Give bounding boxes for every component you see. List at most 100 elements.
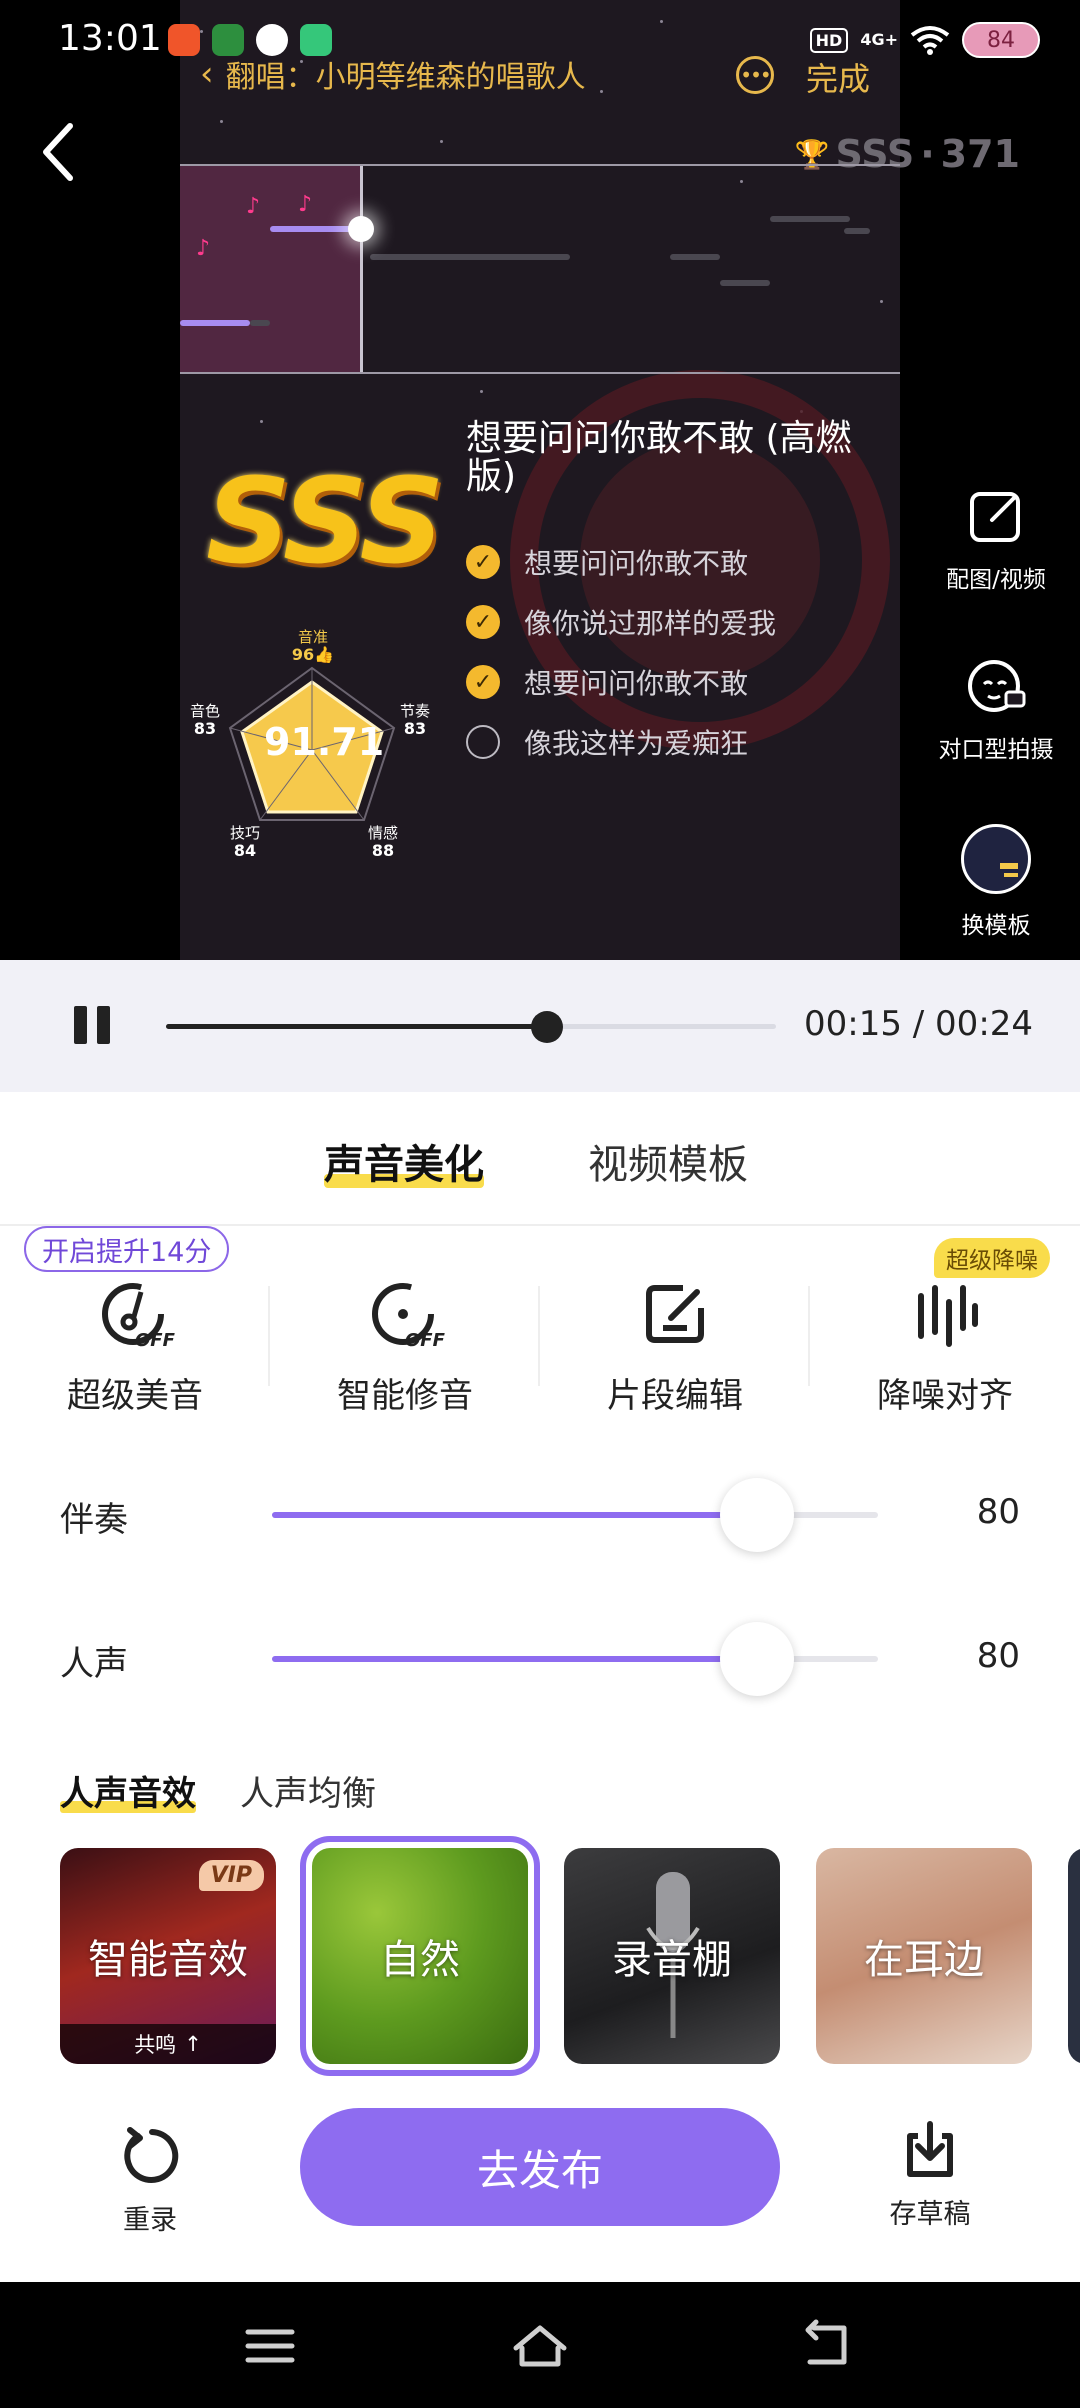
side-tools: 配图/视频 对口型拍摄 换模板 <box>924 484 1068 960</box>
more-options-icon[interactable]: ••• <box>736 56 774 94</box>
metric-accuracy: 音准 96👍 <box>288 628 338 664</box>
accompaniment-label: 伴奏 <box>60 1500 128 1540</box>
change-template-button[interactable]: 换模板 <box>924 824 1068 960</box>
effect-name: 录音棚 <box>612 1937 732 1983</box>
song-title-bar[interactable]: ‹ 翻唱：小明等维森的唱歌人 <box>200 52 586 96</box>
smart-tune-button[interactable]: OFF 智能修音 <box>270 1274 540 1417</box>
pitch-note <box>770 216 850 222</box>
vocal-slider-row: 人声 80 <box>0 1612 1080 1702</box>
clip-edit-button[interactable]: 片段编辑 <box>540 1274 810 1417</box>
rerecord-icon <box>124 2127 179 2183</box>
edit-image-video-button[interactable]: 配图/视频 <box>924 484 1068 654</box>
metric-label: 音准 <box>297 628 328 646</box>
denoise-align-icon <box>918 1285 978 1347</box>
pause-icon[interactable] <box>74 1006 114 1046</box>
rank-score-value: 371 <box>940 132 1020 176</box>
tab-voice-beautify[interactable]: 声音美化 <box>324 1132 484 1190</box>
pitch-lane: ♪ ♪ ♪ <box>180 164 900 374</box>
checkbox-icon[interactable]: ✓ <box>466 605 500 639</box>
metric-value: 84 <box>233 841 257 860</box>
rerecord-button[interactable]: 重录 <box>100 2124 200 2237</box>
tab-vocal-effects[interactable]: 人声音效 <box>60 1766 196 1815</box>
template-thumbnail <box>961 824 1031 894</box>
accompaniment-slider[interactable] <box>272 1478 878 1552</box>
video-preview: 13:01 HD 4G+ 84 ‹ 翻唱：小明等维森的唱歌人 ••• 完成 🏆 … <box>0 0 1080 960</box>
vip-badge: VIP <box>198 1860 264 1891</box>
lyric-text: 想要问问你敢不敢 <box>524 667 749 700</box>
metric-label: 技巧 <box>229 824 260 842</box>
lyric-list: ✓ 想要问问你敢不敢 ✓ 像你说过那样的爱我 ✓ 想要问问你敢不敢 像我这样为爱… <box>466 532 776 772</box>
draft-label: 存草稿 <box>889 2199 971 2230</box>
done-button[interactable]: 完成 <box>806 54 870 100</box>
accompaniment-value: 80 <box>976 1492 1020 1532</box>
vocal-slider[interactable] <box>272 1622 878 1696</box>
slider-fill <box>272 1656 757 1662</box>
super-voice-off-icon: OFF <box>102 1283 175 1351</box>
metric-value: 83 <box>403 719 427 738</box>
vocal-label: 人声 <box>60 1644 128 1684</box>
music-note-icon: ♪ <box>196 236 211 261</box>
song-title: 翻唱：小明等维森的唱歌人 <box>225 60 586 95</box>
effect-name: 自然 <box>380 1937 460 1983</box>
music-note-icon: ♪ <box>298 192 313 217</box>
effect-card-natural[interactable]: 自然 <box>300 1836 540 2076</box>
resonance-text: 共鸣 <box>134 2033 177 2057</box>
publish-button[interactable]: 去发布 <box>300 2108 780 2226</box>
playback-bar: 00:15 / 00:24 <box>0 960 1080 1092</box>
battery-level: 84 <box>987 27 1015 53</box>
slider-knob[interactable] <box>719 1478 794 1552</box>
effect-tabs: 人声音效 人声均衡 <box>60 1766 376 1815</box>
lyric-line[interactable]: ✓ 想要问问你敢不敢 <box>466 532 776 592</box>
lyric-line[interactable]: 像我这样为爱痴狂 <box>466 712 776 772</box>
back-icon[interactable] <box>796 2318 856 2374</box>
effect-card-smart[interactable]: VIP 智能音效 共鸣 ↑ <box>60 1848 276 2064</box>
pitch-cursor <box>348 216 374 242</box>
metric-timbre: 音色 83 <box>180 702 230 738</box>
pitch-sung-area <box>180 166 360 372</box>
music-note-icon: ♪ <box>246 194 261 219</box>
checkbox-icon[interactable]: ✓ <box>466 545 500 579</box>
save-draft-button[interactable]: 存草稿 <box>870 2118 990 2231</box>
effect-name: 在耳边 <box>864 1937 984 1983</box>
lyric-line[interactable]: ✓ 像你说过那样的爱我 <box>466 592 776 652</box>
tab-video-template[interactable]: 视频模板 <box>588 1132 748 1190</box>
app-icon-red <box>168 24 200 56</box>
effect-card-partial[interactable] <box>1068 1848 1080 2064</box>
pitch-note <box>370 254 570 260</box>
back-chevron-icon[interactable] <box>36 120 84 184</box>
checkbox-icon[interactable] <box>466 725 500 759</box>
lyric-title: 想要问问你敢不敢 (高燃版) <box>466 418 852 497</box>
lyric-text: 像我这样为爱痴狂 <box>524 727 749 760</box>
progress-slider[interactable] <box>166 1011 776 1043</box>
checkbox-icon[interactable]: ✓ <box>466 665 500 699</box>
lyric-line[interactable]: ✓ 想要问问你敢不敢 <box>466 652 776 712</box>
slider-knob[interactable] <box>719 1622 794 1696</box>
score-radar: 音准 96👍 节奏 83 情感 88 技巧 84 音色 83 91.71 <box>180 620 440 870</box>
pitch-note-sung <box>180 320 250 326</box>
tab-vocal-eq[interactable]: 人声均衡 <box>240 1766 376 1815</box>
side-tool-label: 配图/视频 <box>946 567 1046 593</box>
denoise-align-button[interactable]: 降噪对齐 <box>810 1274 1080 1417</box>
metric-value: 88 <box>371 841 395 860</box>
battery-icon: 84 <box>962 22 1040 58</box>
lyric-text: 想要问问你敢不敢 <box>524 547 749 580</box>
progress-fill <box>166 1024 548 1029</box>
progress-knob[interactable] <box>531 1011 564 1043</box>
effect-cards: VIP 智能音效 共鸣 ↑ 自然 录音棚 在耳边 <box>0 1836 1080 2076</box>
home-icon[interactable] <box>510 2318 570 2374</box>
wifi-icon <box>910 26 950 55</box>
time-display: 00:15 / 00:24 <box>804 1004 1034 1044</box>
metric-label: 音色 <box>189 702 220 720</box>
menu-icon[interactable] <box>240 2318 300 2374</box>
arrow-up-icon: ↑ <box>184 2032 202 2056</box>
lip-sync-button[interactable]: 对口型拍摄 <box>924 654 1068 824</box>
effect-card-by-ear[interactable]: 在耳边 <box>816 1848 1032 2064</box>
metric-label: 情感 <box>367 824 398 842</box>
total-score: 91.71 <box>264 720 385 764</box>
effect-card-studio[interactable]: 录音棚 <box>564 1848 780 2064</box>
boost-score-badge[interactable]: 开启提升14分 <box>24 1226 230 1272</box>
super-voice-button[interactable]: OFF 超级美音 <box>0 1274 270 1417</box>
dot-separator: · <box>920 132 935 176</box>
chevron-left-icon[interactable]: ‹ <box>200 54 214 94</box>
pitch-note <box>250 320 270 326</box>
